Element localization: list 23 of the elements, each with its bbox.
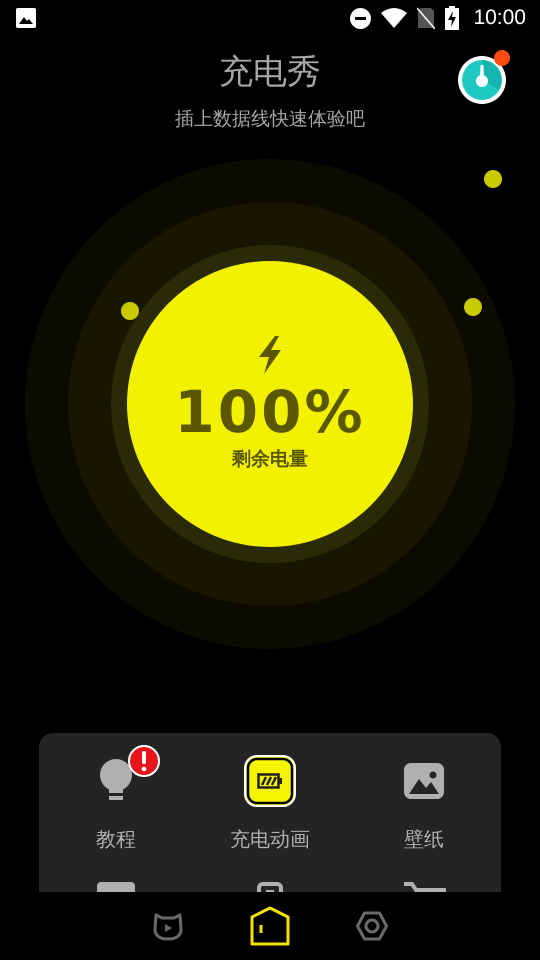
floating-dot [484,170,502,188]
speedometer-button[interactable] [457,55,507,105]
image-icon [404,763,444,799]
home-icon [250,906,290,946]
image-icon [16,8,36,28]
selected-tile-background [244,755,296,807]
wifi-icon [381,8,408,28]
feature-item[interactable]: 壁纸 [347,733,501,852]
nav-tab[interactable] [249,905,291,947]
feature-item[interactable]: 教程 [39,733,193,852]
clock-time: 10:00 [473,6,526,30]
battery-label: 剩余电量 [232,447,308,472]
battery-charging-icon [445,6,460,30]
no-sim-icon [417,7,436,29]
do-not-disturb-icon [350,8,372,28]
lightbulb-icon [98,759,134,803]
battery-percent: 100% [174,380,366,444]
battery-icon [257,773,283,789]
cat-play-icon [152,911,184,941]
subtitle: 插上数据线快速体验吧 [175,107,365,131]
feature-item[interactable]: 充电动画 [193,733,347,852]
settings-icon [356,911,388,941]
app-title: 充电秀 [219,52,321,92]
